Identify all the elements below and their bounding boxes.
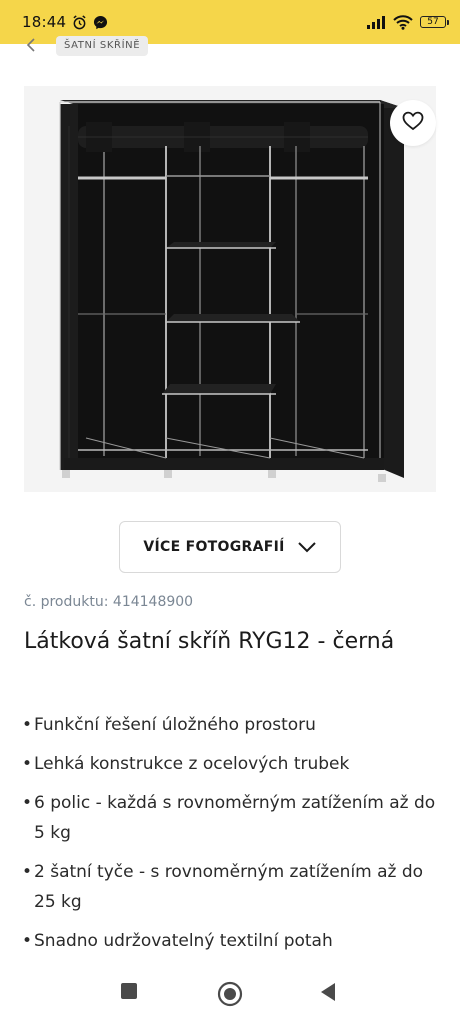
feature-item: 6 polic - každá s rovnoměrným zatížením … [22, 788, 442, 848]
more-photos-label: VÍCE FOTOGRAFIÍ [143, 539, 285, 555]
chevron-down-icon [297, 538, 317, 557]
product-title: Látková šatní skříň RYG12 - černá [24, 629, 395, 654]
home-button[interactable] [217, 981, 243, 1007]
product-image[interactable] [24, 86, 436, 492]
signal-icon [366, 15, 386, 29]
recent-apps-button[interactable] [120, 982, 138, 1000]
wifi-icon [393, 14, 413, 30]
battery-level: 57 [427, 17, 439, 27]
breadcrumb-category-link[interactable]: ŠATNÍ SKŘÍNĚ [56, 36, 149, 56]
battery-icon: 57 [420, 16, 449, 28]
heart-icon [402, 111, 424, 135]
breadcrumb: ŠATNÍ SKŘÍNĚ [0, 36, 460, 58]
wishlist-button[interactable] [390, 100, 436, 146]
more-photos-button[interactable]: VÍCE FOTOGRAFIÍ [119, 521, 341, 573]
back-chevron-icon[interactable] [24, 36, 40, 54]
product-code-prefix: č. produktu: [24, 594, 113, 610]
back-button[interactable] [319, 982, 337, 1002]
product-code-value: 414148900 [112, 594, 194, 610]
feature-item: Funkční řešení úložného prostoru [22, 710, 442, 740]
feature-list: Funkční řešení úložného prostoru Lehká k… [22, 710, 442, 965]
feature-item: 2 šatní tyče - s rovnoměrným zatížením a… [22, 857, 442, 917]
status-time: 18:44 [22, 13, 67, 31]
navigation-bar [0, 966, 460, 1022]
feature-item: Lehká konstrukce z ocelových trubek [22, 749, 442, 779]
alarm-icon [72, 14, 87, 30]
feature-item: Snadno udržovatelný textilní potah [22, 926, 442, 956]
messenger-icon [93, 15, 108, 30]
product-code: č. produktu: 414148900 [24, 594, 193, 610]
